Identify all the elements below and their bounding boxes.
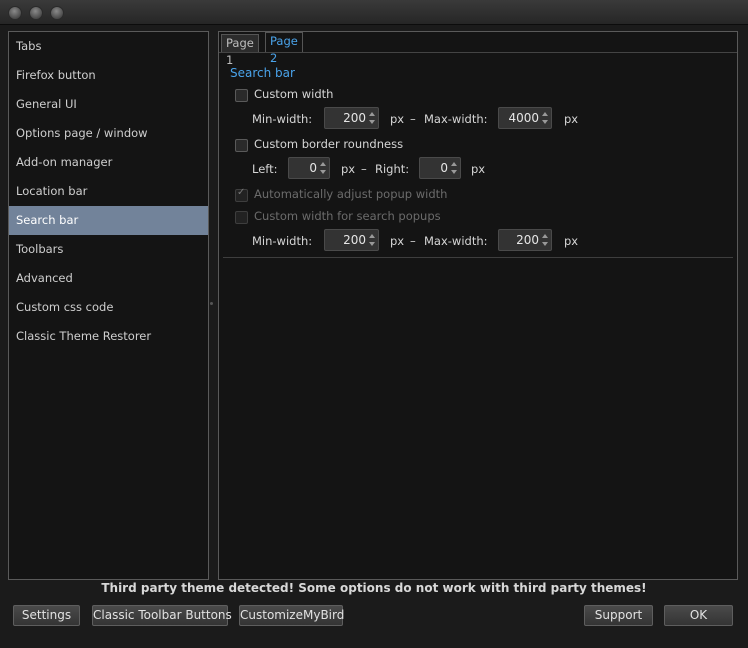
stepper-down-icon[interactable]	[369, 242, 375, 246]
left-value: 0	[309, 161, 317, 175]
stepper-up-icon[interactable]	[369, 234, 375, 238]
classic-toolbar-buttons-button[interactable]: Classic Toolbar Buttons	[92, 605, 232, 626]
title-bar	[0, 0, 748, 25]
range-dash: –	[410, 234, 416, 248]
sidebar-item-advanced[interactable]: Advanced	[9, 264, 208, 293]
sidebar-item-custom-css[interactable]: Custom css code	[9, 293, 208, 322]
ok-button[interactable]: OK	[664, 605, 733, 626]
auto-adjust-checkbox[interactable]	[235, 187, 248, 202]
right-label: Right:	[375, 162, 410, 176]
close-window-icon[interactable]	[8, 6, 22, 20]
sidebar-item-search-bar[interactable]: Search bar	[9, 206, 208, 235]
third-party-warning: Third party theme detected! Some options…	[101, 581, 647, 595]
stepper-up-icon[interactable]	[451, 162, 457, 166]
sidebar-item-addon-manager[interactable]: Add-on manager	[9, 148, 208, 177]
minimize-window-icon[interactable]	[29, 6, 43, 20]
custom-width-label: Custom width	[254, 87, 334, 101]
left-stepper[interactable]: 0	[288, 157, 330, 179]
right-stepper[interactable]: 0	[419, 157, 461, 179]
px-unit: px	[564, 112, 579, 126]
stepper-up-icon[interactable]	[369, 112, 375, 116]
stepper-arrows[interactable]	[541, 231, 550, 249]
sidebar-item-toolbars[interactable]: Toolbars	[9, 235, 208, 264]
popup-max-width-label: Max-width:	[424, 234, 488, 248]
popup-max-width-stepper[interactable]: 200	[498, 229, 552, 251]
customize-my-bird-button[interactable]: CustomizeMyBird	[239, 605, 344, 626]
popup-min-width-stepper[interactable]: 200	[324, 229, 379, 251]
right-value: 0	[440, 161, 448, 175]
left-label: Left:	[252, 162, 278, 176]
max-width-value: 4000	[508, 111, 539, 125]
stepper-down-icon[interactable]	[369, 120, 375, 124]
popup-width-label: Custom width for search popups	[254, 209, 441, 223]
stepper-arrows[interactable]	[368, 109, 377, 127]
stepper-up-icon[interactable]	[542, 234, 548, 238]
stepper-arrows[interactable]	[541, 109, 550, 127]
stepper-arrows[interactable]	[450, 159, 459, 177]
zoom-window-icon[interactable]	[50, 6, 64, 20]
px-unit: px	[471, 162, 486, 176]
settings-panel: Page 1 Page 2 Search bar Custom width Mi…	[218, 31, 738, 580]
auto-adjust-label: Automatically adjust popup width	[254, 187, 448, 201]
stepper-down-icon[interactable]	[542, 242, 548, 246]
sidebar-item-tabs[interactable]: Tabs	[9, 32, 208, 61]
section-separator	[223, 257, 733, 258]
stepper-down-icon[interactable]	[451, 170, 457, 174]
splitter-handle[interactable]	[210, 302, 213, 305]
min-width-label: Min-width:	[252, 112, 313, 126]
border-roundness-checkbox[interactable]	[235, 139, 248, 152]
sidebar-item-classic-theme-restorer[interactable]: Classic Theme Restorer	[9, 322, 208, 351]
sidebar-item-location-bar[interactable]: Location bar	[9, 177, 208, 206]
category-sidebar: Tabs Firefox button General UI Options p…	[8, 31, 209, 580]
sidebar-item-firefox-button[interactable]: Firefox button	[9, 61, 208, 90]
px-unit: px	[564, 234, 579, 248]
stepper-down-icon[interactable]	[320, 170, 326, 174]
popup-max-width-value: 200	[516, 233, 539, 247]
range-dash: –	[361, 162, 367, 176]
custom-width-checkbox[interactable]	[235, 89, 248, 102]
settings-button[interactable]: Settings	[13, 605, 80, 626]
max-width-stepper[interactable]: 4000	[498, 107, 552, 129]
support-button[interactable]: Support	[584, 605, 653, 626]
tab-underline	[219, 52, 737, 53]
sidebar-item-general-ui[interactable]: General UI	[9, 90, 208, 119]
sidebar-item-options-page[interactable]: Options page / window	[9, 119, 208, 148]
popup-min-width-value: 200	[343, 233, 366, 247]
px-unit: px	[390, 234, 405, 248]
tab-page-1[interactable]: Page 1	[221, 34, 259, 67]
stepper-up-icon[interactable]	[320, 162, 326, 166]
popup-width-checkbox[interactable]	[235, 211, 248, 224]
stepper-arrows[interactable]	[319, 159, 328, 177]
popup-min-width-label: Min-width:	[252, 234, 313, 248]
stepper-down-icon[interactable]	[542, 120, 548, 124]
stepper-up-icon[interactable]	[542, 112, 548, 116]
stepper-arrows[interactable]	[368, 231, 377, 249]
border-roundness-label: Custom border roundness	[254, 137, 404, 151]
px-unit: px	[390, 112, 405, 126]
min-width-stepper[interactable]: 200	[324, 107, 379, 129]
tab-page-2[interactable]: Page 2	[265, 32, 303, 65]
max-width-label: Max-width:	[424, 112, 488, 126]
min-width-value: 200	[343, 111, 366, 125]
range-dash: –	[410, 112, 416, 126]
px-unit: px	[341, 162, 356, 176]
section-title: Search bar	[230, 66, 295, 80]
